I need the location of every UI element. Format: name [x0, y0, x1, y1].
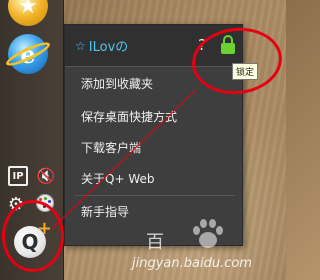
menu-title[interactable]: ☆ ILovの — [75, 36, 129, 56]
annotation-circle-qplus — [2, 200, 64, 272]
ip-icon[interactable]: IP — [8, 166, 28, 186]
menu-title-text: ILovの — [88, 40, 129, 55]
menu-item-about[interactable]: 关于Q+ Web — [81, 170, 154, 187]
watermark-glyph: 百 — [146, 232, 164, 253]
baidu-paw-watermark — [190, 218, 226, 252]
menu-item-add-favorites[interactable]: 添加到收藏夹 — [81, 75, 153, 92]
mute-speaker-icon[interactable]: 🔇 — [36, 166, 56, 186]
ie-browser-icon[interactable]: e — [3, 34, 53, 74]
watermark-text: jingyan.baidu.com — [132, 256, 252, 271]
menu-item-beginner-guide[interactable]: 新手指导 — [81, 203, 129, 220]
menu-separator — [75, 195, 235, 196]
title-star-icon: ☆ — [75, 38, 86, 53]
star-app-icon[interactable]: ★ — [8, 0, 48, 26]
menu-item-download-client[interactable]: 下载客户端 — [81, 139, 141, 156]
